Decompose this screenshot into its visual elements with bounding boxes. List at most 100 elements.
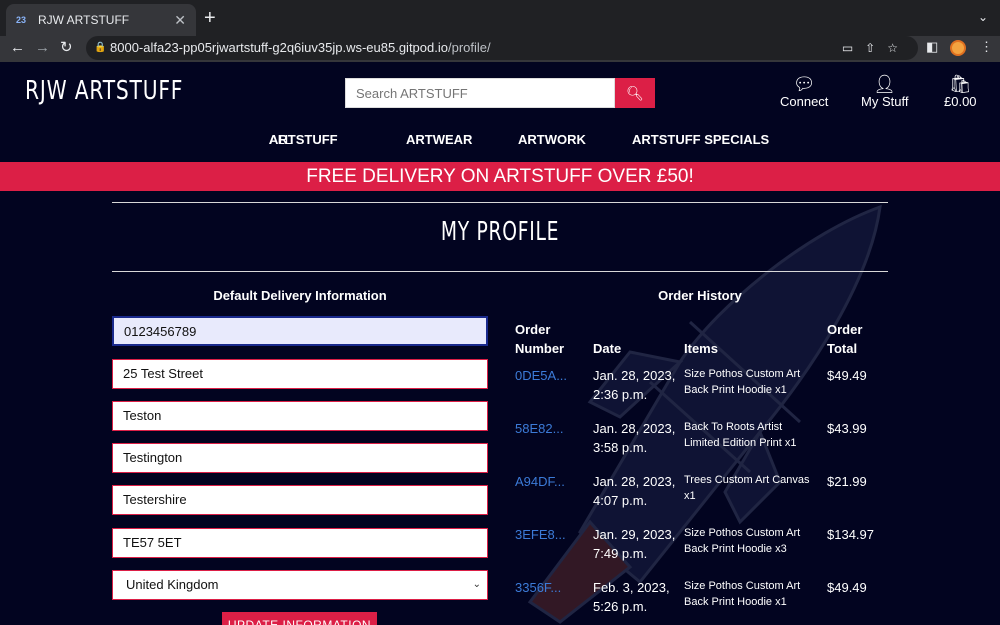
items-line: Back Print Hoodie x1	[684, 596, 787, 608]
order-number-header: Order Number	[515, 320, 564, 358]
time-line: 3:58 p.m.	[593, 440, 648, 455]
chat-icon: 💬︎	[792, 74, 816, 94]
lock-icon: 🔒	[94, 42, 107, 53]
date-header: Date	[593, 341, 622, 356]
order-date: Jan. 28, 2023, 3:58 p.m.	[593, 419, 675, 457]
orders-heading: Order History	[658, 288, 742, 303]
url-host: 8000-alfa23-pp05rjwartstuff-g2q6iuv35jp.…	[110, 40, 448, 55]
order-total: $134.97	[827, 527, 874, 542]
chevron-down-icon: ⌄	[472, 579, 481, 590]
gitpod-favicon-icon: 23	[16, 15, 27, 25]
header-line: Order	[827, 322, 863, 337]
address-bar-icons[interactable]: ▭⇧☆	[842, 36, 910, 60]
nav-artwork[interactable]: ARTWORK	[518, 132, 586, 147]
search-button[interactable]: 🔍︎	[615, 78, 655, 108]
order-total-header: Order Total	[827, 320, 862, 358]
date-line: Jan. 28, 2023,	[593, 368, 676, 383]
items-header: Items	[684, 341, 718, 356]
search-bar: 🔍︎	[345, 78, 655, 108]
browser-tabbar: 23 RJW ARTSTUFF ✕ + ⌄	[0, 0, 1000, 36]
items-line: x1	[684, 490, 696, 502]
back-icon[interactable]: ←	[10, 38, 25, 58]
items-line: Limited Edition Print x1	[684, 437, 797, 449]
close-tab-icon[interactable]: ✕	[174, 12, 186, 29]
order-items: Size Pothos Custom Art Back Print Hoodie …	[684, 525, 814, 557]
side-panel-icon[interactable]: ◧	[926, 39, 938, 55]
reload-icon[interactable]: ↻	[60, 38, 73, 58]
order-total: $43.99	[827, 421, 867, 436]
delivery-banner: FREE DELIVERY ON ARTSTUFF OVER £50!	[0, 162, 1000, 191]
items-line: Trees Custom Art Canvas	[684, 474, 810, 486]
new-tab-icon[interactable]: +	[204, 8, 216, 28]
date-line: Feb. 3, 2023,	[593, 580, 670, 595]
page-title: MY PROFILE	[440, 217, 560, 247]
profile-avatar[interactable]	[950, 40, 966, 56]
browser-tab[interactable]: 23 RJW ARTSTUFF ✕	[6, 4, 196, 36]
rocket-illustration	[527, 204, 882, 624]
order-total: $49.49	[827, 368, 867, 383]
header-line: Order	[515, 322, 551, 337]
connect-link[interactable]: 💬︎ Connect	[780, 74, 828, 109]
order-date: Jan. 28, 2023, 4:07 p.m.	[593, 472, 675, 510]
site-logo[interactable]: RJW ARTSTUFF	[25, 76, 183, 106]
order-items: Trees Custom Art Canvas x1	[684, 472, 814, 504]
order-number-link[interactable]: 3EFE8...	[515, 525, 566, 544]
nav-all-artstuff[interactable]: ALL ARTSTUFF	[269, 132, 338, 147]
items-line: Size Pothos Custom Art	[684, 580, 801, 592]
order-items: Back To Roots Artist Limited Edition Prin…	[684, 419, 814, 451]
nav-all-prefix: ALL	[269, 132, 293, 147]
county-field[interactable]: Testershire	[112, 485, 488, 515]
phone-field[interactable]: 0123456789	[112, 316, 488, 346]
forward-icon[interactable]: →	[35, 38, 50, 58]
order-date: Jan. 28, 2023, 2:36 p.m.	[593, 366, 675, 404]
time-line: 5:26 p.m.	[593, 599, 648, 614]
shopping-bag-icon: 🛍︎	[948, 74, 972, 94]
date-line: Jan. 28, 2023,	[593, 474, 676, 489]
order-number-link[interactable]: 58E82...	[515, 419, 563, 438]
time-line: 2:36 p.m.	[593, 387, 648, 402]
order-items: Size Pothos Custom Art Back Print Hoodie …	[684, 366, 814, 398]
address-bar[interactable]: 🔒 8000-alfa23-pp05rjwartstuff-g2q6iuv35j…	[86, 36, 918, 60]
items-line: Back Print Hoodie x3	[684, 543, 787, 555]
url-path: /profile/	[447, 40, 491, 55]
country-select[interactable]: United Kingdom ⌄	[112, 570, 488, 600]
menu-icon[interactable]: ⋮	[980, 39, 993, 55]
items-line: Back To Roots Artist	[684, 421, 783, 433]
order-number-link[interactable]: 0DE5A...	[515, 366, 567, 385]
connect-label: Connect	[780, 94, 829, 109]
update-information-button[interactable]: UPDATE INFORMATION	[222, 612, 377, 625]
my-stuff-link[interactable]: 👤︎ My Stuff	[861, 74, 908, 109]
order-total: $49.49	[827, 580, 867, 595]
items-line: Size Pothos Custom Art	[684, 368, 801, 380]
basket-total: £0.00	[944, 94, 977, 109]
search-input[interactable]	[345, 78, 615, 108]
time-line: 4:07 p.m.	[593, 493, 648, 508]
time-line: 7:49 p.m.	[593, 546, 648, 561]
postcode-field[interactable]: TE57 5ET	[112, 528, 488, 558]
street-address-1-field[interactable]: 25 Test Street	[112, 359, 488, 389]
main-nav: ALL ARTSTUFF ARTWEAR ARTWORK ARTSTUFF SP…	[0, 132, 1000, 152]
chevron-down-icon[interactable]: ⌄	[978, 10, 988, 24]
date-line: Jan. 28, 2023,	[593, 421, 676, 436]
user-icon: 👤︎	[873, 74, 897, 94]
tab-title: RJW ARTSTUFF	[38, 13, 130, 27]
town-field[interactable]: Testington	[112, 443, 488, 473]
browser-toolbar: ← → ↻ 🔒 8000-alfa23-pp05rjwartstuff-g2q6…	[0, 36, 1000, 62]
nav-artwear[interactable]: ARTWEAR	[406, 132, 472, 147]
order-items: Size Pothos Custom Art Back Print Hoodie …	[684, 578, 814, 610]
search-icon: 🔍︎	[626, 84, 644, 101]
order-date: Jan. 29, 2023, 7:49 p.m.	[593, 525, 675, 563]
nav-artstuff-specials[interactable]: ARTSTUFF SPECIALS	[632, 132, 769, 147]
order-number-link[interactable]: 3356F...	[515, 578, 561, 597]
header-line: Total	[827, 341, 858, 356]
items-line: Back Print Hoodie x1	[684, 384, 787, 396]
divider	[112, 202, 888, 203]
basket-link[interactable]: 🛍︎ £0.00	[944, 74, 977, 109]
street-address-2-field[interactable]: Teston	[112, 401, 488, 431]
divider	[112, 271, 888, 272]
order-number-link[interactable]: A94DF...	[515, 472, 565, 491]
delivery-heading: Default Delivery Information	[213, 288, 387, 303]
header-line: Number	[515, 341, 565, 356]
my-stuff-label: My Stuff	[861, 94, 909, 109]
site: RJW ARTSTUFF 🔍︎ 💬︎ Connect 👤︎ My Stuff 🛍…	[0, 62, 1000, 625]
